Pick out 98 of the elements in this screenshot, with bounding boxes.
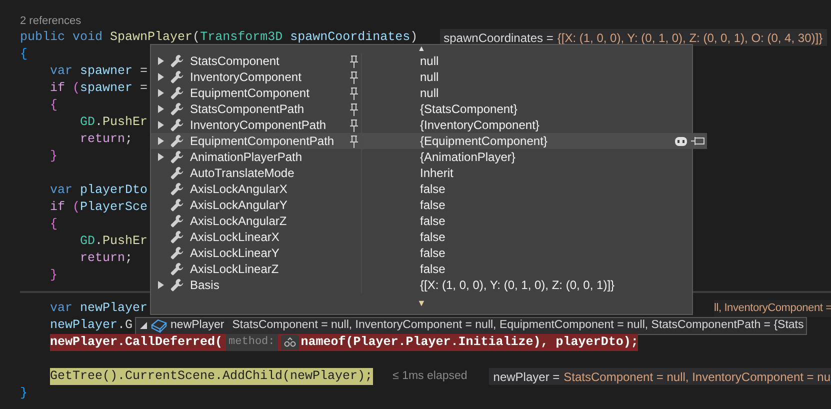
property-name: Basis bbox=[190, 277, 220, 294]
property-row[interactable]: InventoryComponent null bbox=[151, 69, 692, 85]
property-value: {AnimationPlayer} bbox=[420, 149, 516, 166]
property-row[interactable]: AxisLockLinearX false bbox=[151, 229, 692, 245]
property-value: null bbox=[420, 85, 439, 102]
pin-icon[interactable] bbox=[349, 54, 359, 68]
code-line: { bbox=[20, 46, 28, 63]
cube-icon bbox=[150, 318, 167, 332]
wrench-icon bbox=[170, 70, 184, 84]
property-name: AxisLockLinearX bbox=[190, 229, 280, 246]
pin-icon[interactable] bbox=[349, 134, 359, 148]
wrench-icon bbox=[170, 246, 184, 260]
code-line: } bbox=[50, 267, 58, 284]
property-name: AxisLockAngularX bbox=[190, 181, 288, 198]
pin-icon[interactable] bbox=[691, 136, 705, 146]
code-line: if (PlayerSce bbox=[50, 199, 148, 216]
variable-value: StatsComponent = null, InventoryComponent = null, EquipmentComponent = null, StatsComponentPath = {Stats bbox=[232, 318, 804, 333]
property-row[interactable]: AxisLockLinearY false bbox=[151, 245, 692, 261]
expand-icon[interactable] bbox=[158, 281, 164, 289]
code-line: var newPlayer bbox=[50, 300, 148, 317]
property-value: false bbox=[420, 197, 446, 214]
property-name: AnimationPlayerPath bbox=[190, 149, 304, 166]
property-row[interactable]: AxisLockLinearZ false bbox=[151, 261, 692, 277]
wrench-icon bbox=[170, 278, 184, 292]
wrench-icon bbox=[170, 230, 184, 244]
code-line: public void SpawnPlayer(Transform3D spawnCoordinates) bbox=[20, 29, 418, 46]
property-name: InventoryComponent bbox=[190, 69, 302, 86]
datatip[interactable]: ll, InventoryComponent = bbox=[714, 300, 831, 317]
wrench-icon bbox=[170, 102, 184, 116]
property-value: false bbox=[420, 229, 446, 246]
wrench-icon bbox=[170, 214, 184, 228]
property-name: AxisLockAngularY bbox=[190, 197, 288, 214]
scroll-up-button[interactable]: ▲ bbox=[418, 45, 426, 53]
property-row[interactable]: EquipmentComponent null bbox=[151, 85, 692, 101]
property-row[interactable]: AutoTranslateMode Inherit bbox=[151, 165, 692, 181]
wrench-icon bbox=[170, 166, 184, 180]
property-name: AxisLockLinearY bbox=[190, 245, 280, 262]
scroll-down-button[interactable]: ▼ bbox=[417, 299, 426, 308]
code-line: { bbox=[50, 97, 58, 114]
link-icon[interactable] bbox=[280, 335, 299, 350]
property-row[interactable]: StatsComponent null bbox=[151, 53, 692, 69]
property-row[interactable]: Basis {[X: (1, 0, 0), Y: (0, 1, 0), Z: (0, 0, 1)]} bbox=[151, 277, 692, 293]
wrench-icon bbox=[170, 86, 184, 100]
wrench-icon bbox=[170, 150, 184, 164]
code-line: GD.PushEr bbox=[80, 233, 148, 250]
pin-icon[interactable] bbox=[349, 118, 359, 132]
property-value: {InventoryComponent} bbox=[420, 117, 540, 134]
datatip[interactable]: spawnCoordinates = {[X: (1, 0, 0), Y: (0, 1, 0), Z: (0, 0, 1), O: (0, 4, 30)]} bbox=[440, 29, 827, 46]
datatip[interactable]: newPlayer StatsComponent = null, InventoryComponent = null, EquipmentComponent = null, StatsComponentPath = {Stats bbox=[134, 316, 807, 334]
property-value: false bbox=[420, 261, 446, 278]
property-name: StatsComponent bbox=[190, 53, 280, 70]
property-name: StatsComponentPath bbox=[190, 101, 306, 118]
property-name: AutoTranslateMode bbox=[190, 165, 296, 182]
property-value: {EquipmentComponent} bbox=[420, 133, 548, 150]
property-row[interactable]: AxisLockAngularZ false bbox=[151, 213, 692, 229]
code-line: } bbox=[20, 385, 28, 402]
property-value: {[X: (1, 0, 0), Y: (0, 1, 0), Z: (0, 0, 1)]} bbox=[420, 277, 615, 294]
property-value: false bbox=[420, 213, 446, 230]
property-name: AxisLockLinearZ bbox=[190, 261, 280, 278]
property-row[interactable]: AnimationPlayerPath {AnimationPlayer} bbox=[151, 149, 692, 165]
code-line: if (spawner = bbox=[50, 80, 148, 97]
code-line: } bbox=[50, 148, 58, 165]
code-line: newPlayer.G bbox=[50, 317, 133, 334]
wrench-icon bbox=[170, 262, 184, 276]
code-line: return; bbox=[80, 250, 133, 267]
code-line: var playerDto bbox=[50, 182, 148, 199]
pin-icon[interactable] bbox=[349, 86, 359, 100]
code-line: var spawner = bbox=[50, 63, 148, 80]
code-line: return; bbox=[80, 131, 133, 148]
collapse-icon[interactable] bbox=[140, 322, 147, 329]
wrench-icon bbox=[170, 118, 184, 132]
robot-icon[interactable] bbox=[674, 135, 688, 147]
pin-icon[interactable] bbox=[349, 102, 359, 116]
property-value: false bbox=[420, 181, 446, 198]
variable-name: newPlayer bbox=[170, 318, 224, 333]
property-value: false bbox=[420, 245, 446, 262]
property-value: null bbox=[420, 53, 439, 70]
elapsed-time: ≤ 1ms elapsed bbox=[392, 368, 468, 384]
code-line: { bbox=[50, 216, 58, 233]
property-name: EquipmentComponent bbox=[190, 85, 310, 102]
property-name: AxisLockAngularZ bbox=[190, 213, 288, 230]
references-link[interactable]: 2 references bbox=[20, 13, 82, 30]
property-row[interactable]: AxisLockAngularX false bbox=[151, 181, 692, 197]
property-row[interactable]: AxisLockAngularY false bbox=[151, 197, 692, 213]
property-row[interactable]: StatsComponentPath {StatsComponent} bbox=[151, 101, 692, 117]
inlay-hint: method: bbox=[226, 334, 278, 351]
code-line: GD.PushEr bbox=[80, 114, 148, 131]
property-name: EquipmentComponentPath bbox=[190, 133, 336, 150]
wrench-icon bbox=[170, 54, 184, 68]
wrench-icon bbox=[170, 198, 184, 212]
pin-icon[interactable] bbox=[349, 70, 359, 84]
wrench-icon bbox=[170, 134, 184, 148]
property-value: Inherit bbox=[420, 165, 454, 182]
property-name: InventoryComponentPath bbox=[190, 117, 328, 134]
datatip[interactable]: newPlayer = StatsComponent = null, InventoryComponent = nul bbox=[489, 368, 831, 385]
property-value: null bbox=[420, 69, 439, 86]
property-value: {StatsComponent} bbox=[420, 101, 518, 118]
wrench-icon bbox=[170, 182, 184, 196]
